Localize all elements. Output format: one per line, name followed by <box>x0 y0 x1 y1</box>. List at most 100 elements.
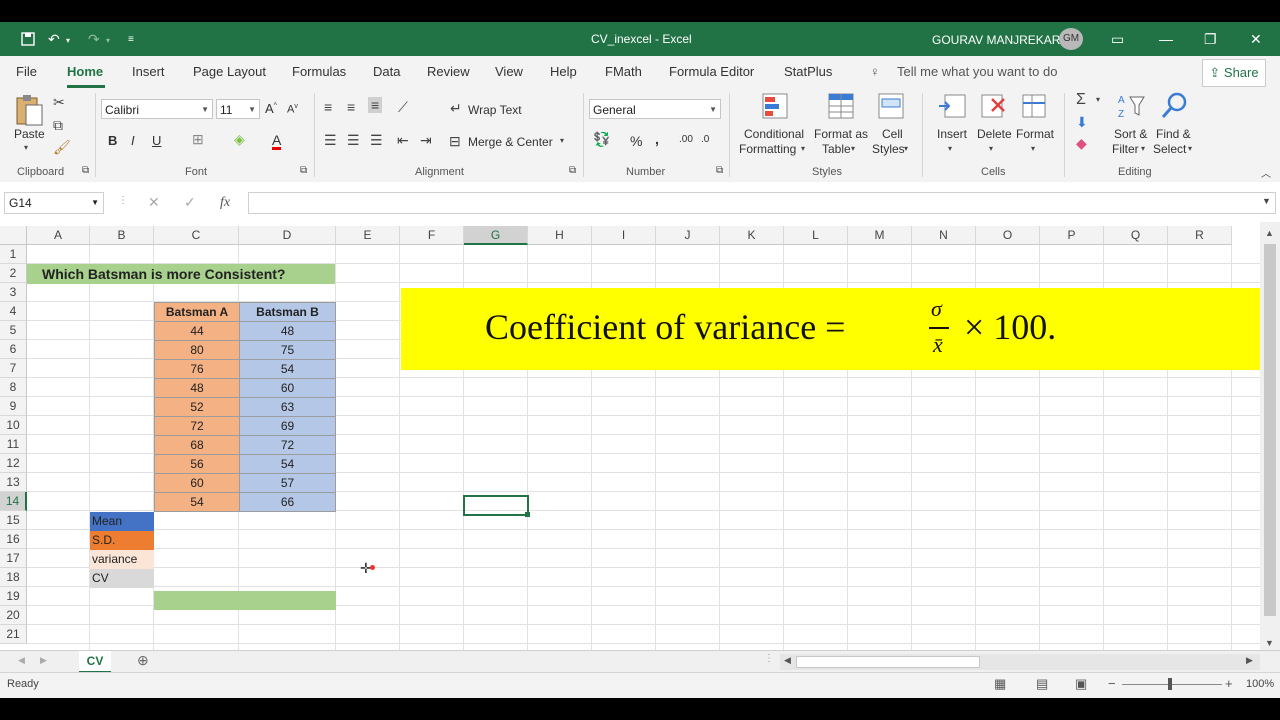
batsman-a-cell[interactable]: 44 <box>154 321 240 341</box>
column-header[interactable]: L <box>784 226 848 245</box>
column-header[interactable]: R <box>1168 226 1232 245</box>
label-cv[interactable]: CV <box>90 569 154 588</box>
cut-icon[interactable]: ✂ <box>53 94 65 111</box>
batsman-a-cell[interactable]: 60 <box>154 473 240 493</box>
row-header[interactable]: 7 <box>0 359 27 378</box>
format-button[interactable]: Format <box>1016 127 1054 141</box>
clear-icon[interactable]: ◆ <box>1076 135 1087 152</box>
zoom-slider-thumb[interactable] <box>1168 678 1172 690</box>
minimize-icon[interactable]: — <box>1159 31 1173 47</box>
enter-icon[interactable]: ✓ <box>184 194 196 211</box>
bold-button[interactable]: B <box>108 133 117 148</box>
row-header[interactable]: 15 <box>0 511 27 530</box>
batsman-a-cell[interactable]: 54 <box>154 492 240 512</box>
chevron-down-icon[interactable]: ▾ <box>801 144 805 153</box>
batsman-a-cell[interactable]: 56 <box>154 454 240 474</box>
row-header[interactable]: 2 <box>0 264 27 283</box>
batsman-b-cell[interactable]: 75 <box>239 340 336 360</box>
align-bottom-icon[interactable]: ≡ <box>368 97 383 113</box>
row-header[interactable]: 14 <box>0 492 27 511</box>
copy-icon[interactable]: ⧉ <box>53 117 63 134</box>
cell-styles-label1[interactable]: Cell <box>882 127 903 141</box>
tab-page-layout[interactable]: Page Layout <box>193 64 266 79</box>
increase-decimal-icon[interactable]: .00 <box>679 134 693 145</box>
scroll-left-icon[interactable]: ◀ <box>784 655 791 666</box>
vertical-scrollbar[interactable]: ▲ ▼ <box>1260 222 1280 650</box>
merge-center-button[interactable]: Merge & Center <box>468 135 553 149</box>
result-cell[interactable] <box>154 591 336 610</box>
paste-icon[interactable] <box>14 93 44 130</box>
column-header[interactable]: C <box>154 226 239 245</box>
batsman-a-cell[interactable]: 72 <box>154 416 240 436</box>
underline-button[interactable]: U <box>152 133 161 148</box>
decrease-font-icon[interactable]: Av <box>287 103 298 116</box>
splitter-icon[interactable]: ⋮ <box>764 653 774 664</box>
align-center-icon[interactable]: ☰ <box>347 132 360 149</box>
font-name-combo[interactable]: Calibri ▼ <box>101 99 213 119</box>
tab-data[interactable]: Data <box>373 64 400 79</box>
insert-function-button[interactable]: fx <box>220 195 230 211</box>
horizontal-scroll-thumb[interactable] <box>796 656 980 668</box>
active-cell-g14[interactable] <box>463 495 529 516</box>
label-sd[interactable]: S.D. <box>90 531 154 550</box>
percent-button[interactable]: % <box>630 133 642 149</box>
fill-color-icon[interactable]: ◈ <box>234 131 245 148</box>
fill-icon[interactable]: ⬇ <box>1076 114 1088 131</box>
undo-icon[interactable]: ↶ <box>48 31 60 48</box>
ribbon-display-icon[interactable]: ▭ <box>1111 31 1124 48</box>
tab-help[interactable]: Help <box>550 64 577 79</box>
find-select-label2[interactable]: Select <box>1153 142 1186 156</box>
chevron-down-icon[interactable]: ▾ <box>948 144 952 153</box>
chevron-down-icon[interactable]: ▾ <box>989 144 993 153</box>
cancel-icon[interactable]: ✕ <box>148 194 160 211</box>
save-icon[interactable] <box>20 31 36 50</box>
batsman-b-cell[interactable]: 63 <box>239 397 336 417</box>
zoom-level[interactable]: 100% <box>1246 678 1274 690</box>
row-header[interactable]: 1 <box>0 245 27 264</box>
normal-view-icon[interactable]: ▦ <box>994 676 1006 692</box>
cell-styles-label2[interactable]: Styles <box>872 142 905 156</box>
undo-dropdown-icon[interactable]: ▾ <box>66 36 70 45</box>
font-launcher-icon[interactable]: ⧉ <box>300 165 307 176</box>
column-header[interactable]: P <box>1040 226 1104 245</box>
horizontal-scrollbar[interactable]: ◀ ▶ <box>780 654 1260 670</box>
batsman-b-cell[interactable]: 57 <box>239 473 336 493</box>
share-button[interactable]: ⇪ Share <box>1202 59 1266 87</box>
tab-review[interactable]: Review <box>427 64 470 79</box>
batsman-b-cell[interactable]: 60 <box>239 378 336 398</box>
tab-fmath[interactable]: FMath <box>605 64 642 79</box>
zoom-out-icon[interactable]: − <box>1108 676 1116 691</box>
align-middle-icon[interactable]: ≡ <box>347 99 355 115</box>
column-header[interactable]: F <box>400 226 464 245</box>
conditional-formatting-label1[interactable]: Conditional <box>744 127 804 141</box>
format-painter-icon[interactable]: 🖌 <box>53 139 71 156</box>
column-header[interactable]: G <box>464 226 528 245</box>
merge-dropdown-icon[interactable]: ▾ <box>560 136 564 145</box>
scroll-right-icon[interactable]: ▶ <box>1246 655 1253 666</box>
row-header[interactable]: 13 <box>0 473 27 492</box>
alignment-launcher-icon[interactable]: ⧉ <box>569 165 576 176</box>
fill-handle[interactable] <box>525 512 530 517</box>
row-header[interactable]: 9 <box>0 397 27 416</box>
batsman-b-cell[interactable]: 66 <box>239 492 336 512</box>
align-top-icon[interactable]: ≡ <box>324 99 332 115</box>
row-header[interactable]: 17 <box>0 549 27 568</box>
page-break-view-icon[interactable]: ▣ <box>1075 676 1087 692</box>
chevron-down-icon[interactable]: ▾ <box>1188 144 1192 153</box>
vertical-scroll-thumb[interactable] <box>1264 244 1276 616</box>
next-sheet-icon[interactable]: ▶ <box>40 655 47 666</box>
format-as-table-label1[interactable]: Format as <box>814 127 868 141</box>
zoom-in-icon[interactable]: + <box>1225 676 1233 691</box>
column-header[interactable]: M <box>848 226 912 245</box>
collapse-ribbon-icon[interactable]: ︿ <box>1261 165 1271 180</box>
page-layout-view-icon[interactable]: ▤ <box>1036 676 1048 692</box>
tab-view[interactable]: View <box>495 64 523 79</box>
row-header[interactable]: 3 <box>0 283 27 302</box>
currency-icon[interactable]: 💱 <box>593 131 610 148</box>
batsman-b-cell[interactable]: 48 <box>239 321 336 341</box>
row-header[interactable]: 20 <box>0 606 27 625</box>
find-select-label1[interactable]: Find & <box>1156 127 1191 141</box>
user-name[interactable]: GOURAV MANJREKAR <box>932 33 1060 47</box>
restore-icon[interactable]: ❐ <box>1204 31 1217 48</box>
row-header[interactable]: 10 <box>0 416 27 435</box>
